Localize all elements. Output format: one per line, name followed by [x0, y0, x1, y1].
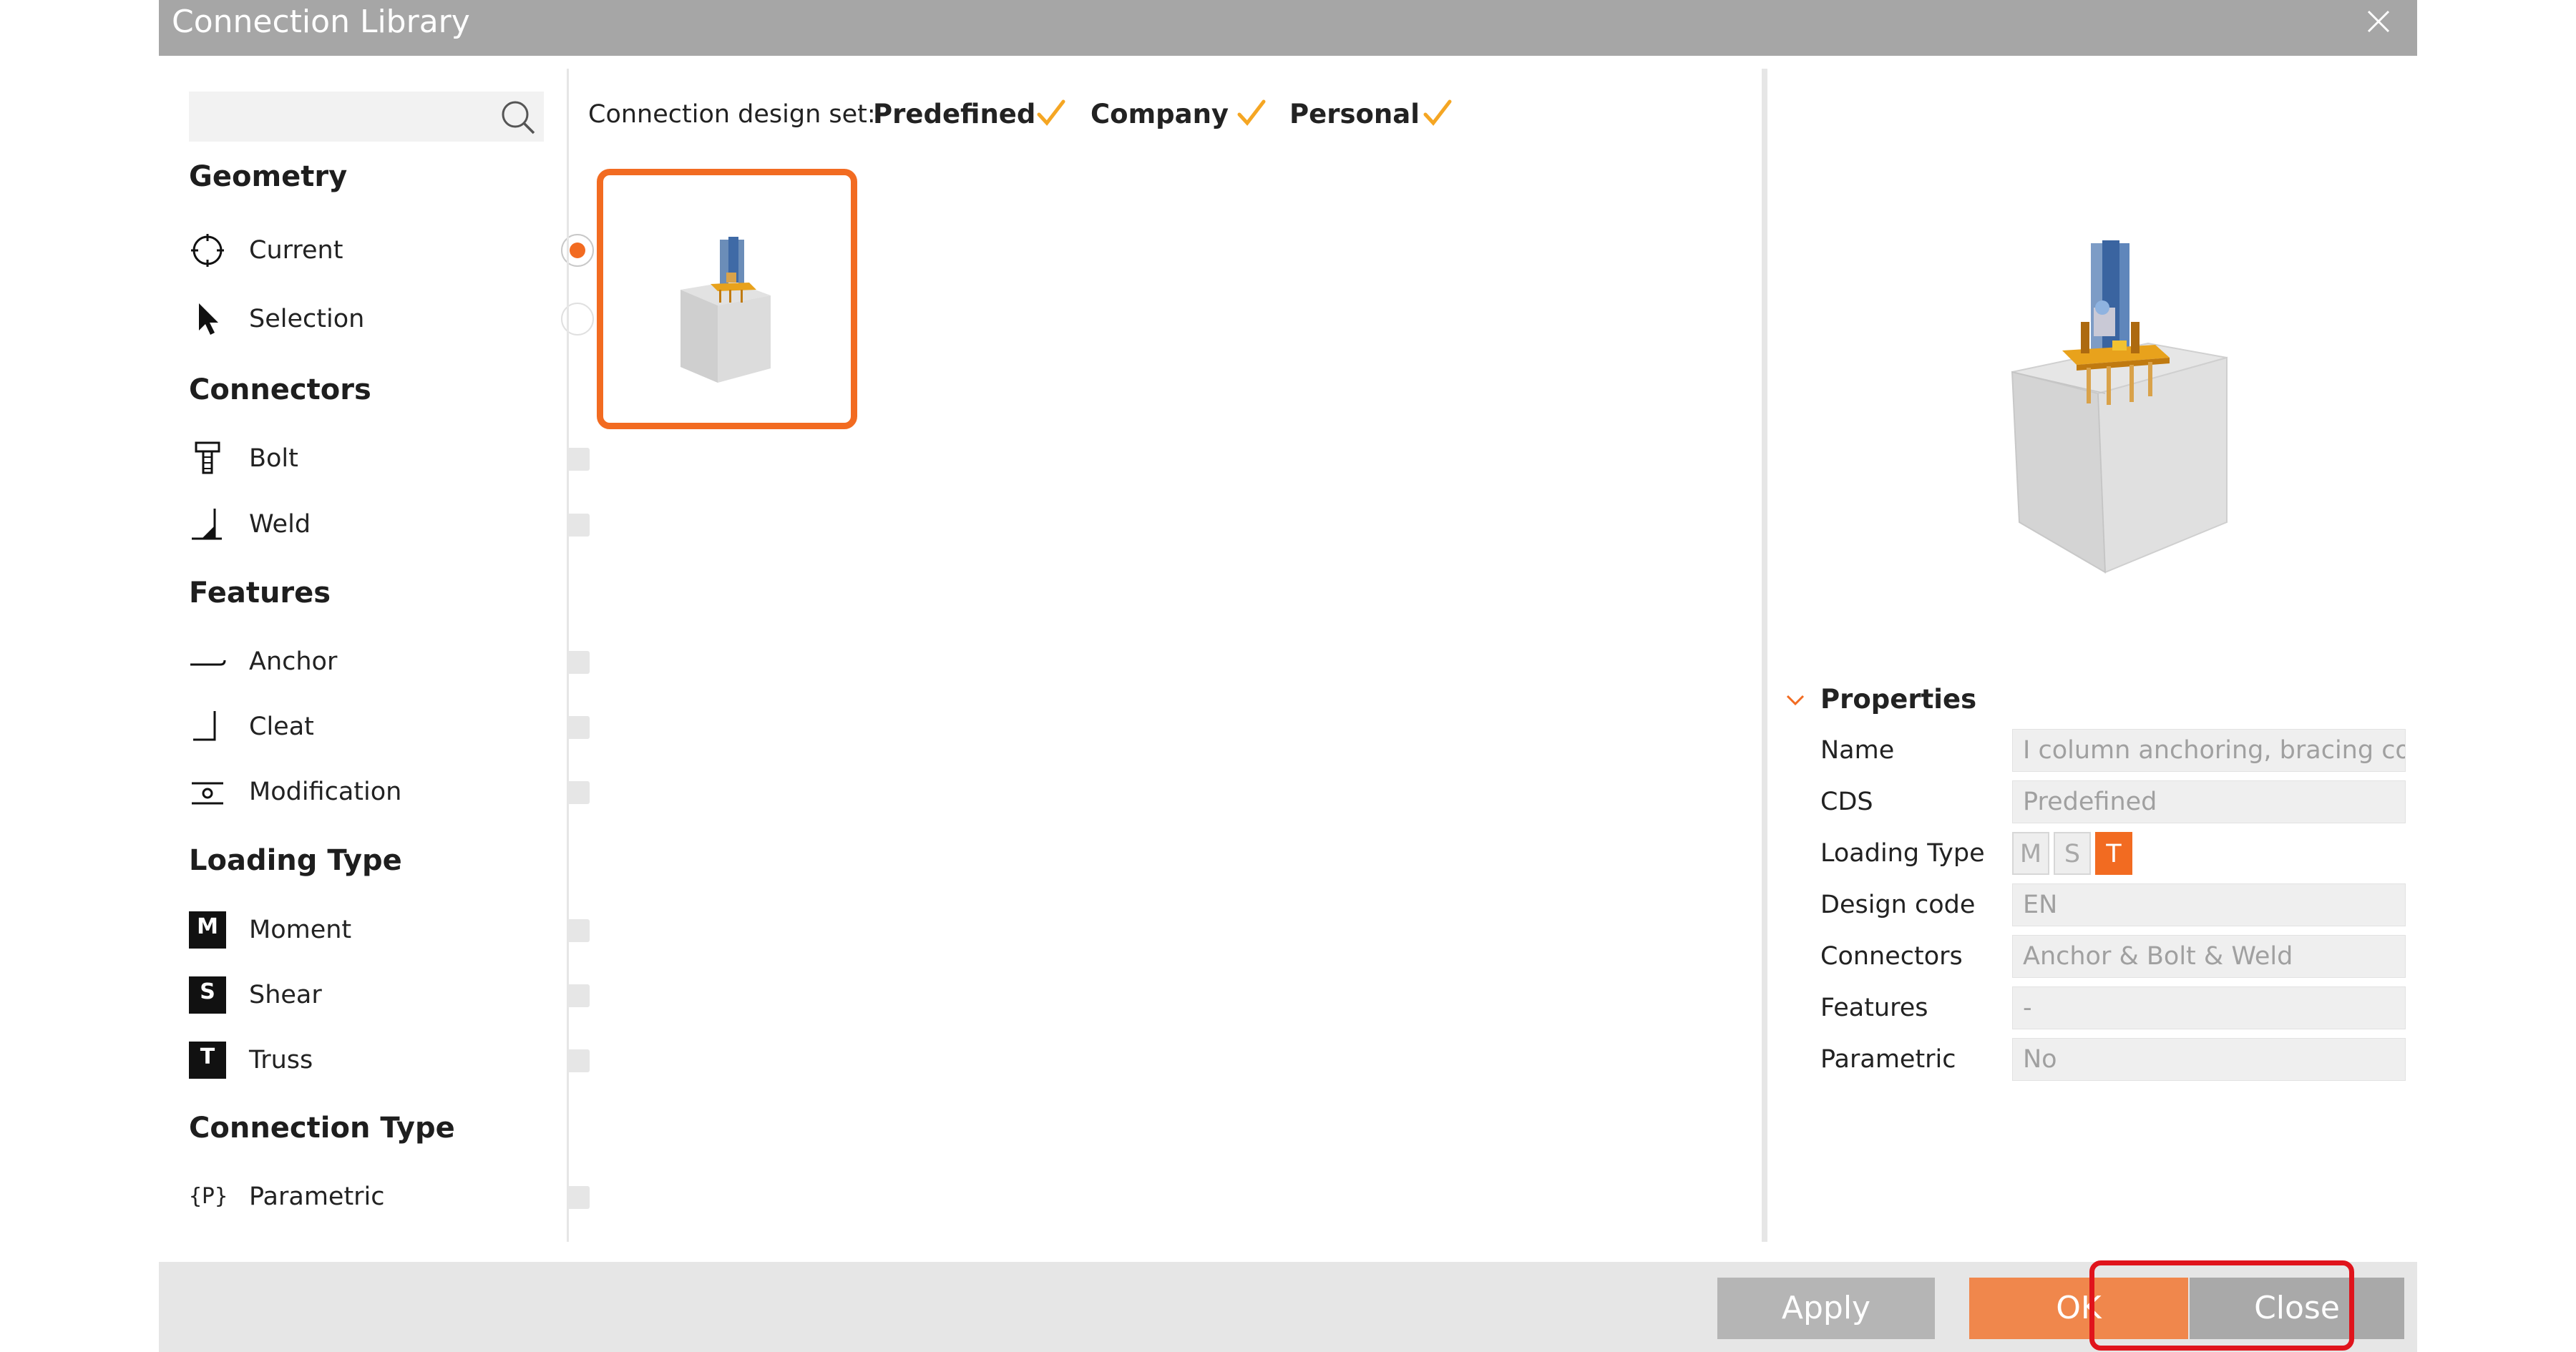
property-name-label: Name: [1820, 736, 1895, 765]
property-parametric-label: Parametric: [1820, 1045, 1956, 1074]
connection-type-section-title: Connection Type: [189, 1112, 455, 1145]
moment-badge-icon: M: [189, 911, 226, 949]
feature-anchor-label: Anchor: [249, 647, 338, 676]
feature-modification-checkbox[interactable]: [567, 781, 590, 804]
design-set-label: Connection design set:: [588, 100, 876, 129]
loading-truss-option[interactable]: T Truss: [189, 1037, 504, 1083]
title-bar: Connection Library: [159, 0, 2417, 56]
connection-parametric-label: Parametric: [249, 1182, 385, 1211]
connection-parametric-checkbox[interactable]: [567, 1186, 590, 1209]
close-icon[interactable]: [2363, 6, 2394, 37]
apply-button[interactable]: Apply: [1717, 1278, 1935, 1339]
geometry-current-label: Current: [249, 236, 343, 265]
search-input[interactable]: [189, 92, 544, 142]
loading-shear-option[interactable]: S Shear: [189, 972, 504, 1018]
search-icon[interactable]: [498, 97, 538, 137]
feature-anchor-checkbox[interactable]: [567, 651, 590, 674]
connection-thumbnail[interactable]: [597, 169, 857, 429]
geometry-current-option[interactable]: Current: [189, 227, 504, 273]
design-set-company-label[interactable]: Company: [1091, 92, 1229, 137]
property-cds-label: CDS: [1820, 788, 1873, 816]
company-checkmark-icon[interactable]: [1235, 97, 1268, 130]
property-features-label: Features: [1820, 994, 1928, 1022]
connection-parametric-option[interactable]: {P} Parametric: [189, 1174, 504, 1220]
connector-weld-label: Weld: [249, 510, 311, 539]
loading-type-section-title: Loading Type: [189, 844, 402, 877]
connection-3d-preview[interactable]: [1941, 215, 2356, 615]
loading-moment-label: Moment: [249, 916, 352, 944]
design-set-predefined-label[interactable]: Predefined: [873, 92, 1035, 137]
connector-bolt-checkbox[interactable]: [567, 448, 590, 471]
feature-modification-option[interactable]: Modification: [189, 769, 504, 815]
property-connectors-label: Connectors: [1820, 942, 1963, 971]
geometry-current-radio[interactable]: [561, 234, 594, 267]
connector-weld-option[interactable]: Weld: [189, 501, 504, 547]
loading-type-t-box: T: [2095, 832, 2132, 875]
right-panel-splitter[interactable]: [1762, 69, 1767, 1242]
loading-moment-checkbox[interactable]: [567, 919, 590, 942]
bolt-icon: [195, 441, 220, 474]
connector-bolt-option[interactable]: Bolt: [189, 436, 504, 481]
window-title: Connection Library: [172, 4, 470, 40]
modification-icon: [192, 782, 223, 805]
design-set-personal-label[interactable]: Personal: [1289, 92, 1420, 137]
feature-cleat-label: Cleat: [249, 712, 314, 741]
parametric-icon: {P}: [189, 1184, 228, 1209]
features-section-title: Features: [189, 577, 331, 609]
geometry-selection-option[interactable]: Selection: [189, 296, 504, 342]
connector-weld-checkbox[interactable]: [567, 514, 590, 537]
property-design-code-field: EN: [2012, 883, 2406, 926]
loading-shear-label: Shear: [249, 981, 322, 1009]
property-design-code-label: Design code: [1820, 891, 1976, 919]
property-parametric-field: No: [2012, 1038, 2406, 1081]
property-cds-field: Predefined: [2012, 780, 2406, 823]
loading-truss-label: Truss: [249, 1046, 313, 1074]
connection-thumbnail-image: [680, 237, 771, 383]
connectors-section-title: Connectors: [189, 373, 371, 406]
filter-panel: Geometry Current Selection Connectors Bo…: [159, 56, 594, 1258]
connector-bolt-label: Bolt: [249, 444, 298, 473]
connection-library-window: Connection Library Geometry Current Sele…: [159, 0, 2417, 1352]
left-panel-divider: [567, 69, 569, 1242]
feature-modification-label: Modification: [249, 778, 402, 806]
loading-type-s-box: S: [2054, 832, 2091, 875]
cleat-icon: [193, 711, 216, 741]
loading-moment-option[interactable]: M Moment: [189, 907, 504, 953]
geometry-section-title: Geometry: [189, 160, 348, 193]
chevron-down-icon[interactable]: [1783, 688, 1807, 712]
geometry-selection-label: Selection: [249, 305, 365, 333]
property-features-field: -: [2012, 986, 2406, 1029]
feature-cleat-option[interactable]: Cleat: [189, 704, 504, 750]
property-loading-type-label: Loading Type: [1820, 839, 1985, 868]
anchor-icon: [190, 660, 226, 666]
dialog-footer: Apply OK Close: [159, 1262, 2417, 1352]
feature-anchor-option[interactable]: Anchor: [189, 639, 504, 685]
truss-badge-icon: T: [189, 1042, 226, 1079]
feature-cleat-checkbox[interactable]: [567, 716, 590, 739]
properties-title: Properties: [1820, 684, 1977, 715]
loading-type-m-box: M: [2012, 832, 2049, 875]
ok-button-highlight: [2089, 1260, 2354, 1351]
predefined-checkmark-icon[interactable]: [1035, 97, 1068, 130]
property-name-field: I column anchoring, bracing conn: [2012, 729, 2406, 772]
loading-shear-checkbox[interactable]: [567, 984, 590, 1007]
weld-icon: [192, 509, 222, 540]
property-connectors-field: Anchor & Bolt & Weld: [2012, 935, 2406, 978]
target-icon: [191, 234, 224, 267]
geometry-selection-radio[interactable]: [561, 303, 594, 335]
loading-truss-checkbox[interactable]: [567, 1049, 590, 1072]
cursor-arrow-icon: [199, 303, 218, 335]
shear-badge-icon: S: [189, 976, 226, 1014]
personal-checkmark-icon[interactable]: [1421, 97, 1454, 130]
